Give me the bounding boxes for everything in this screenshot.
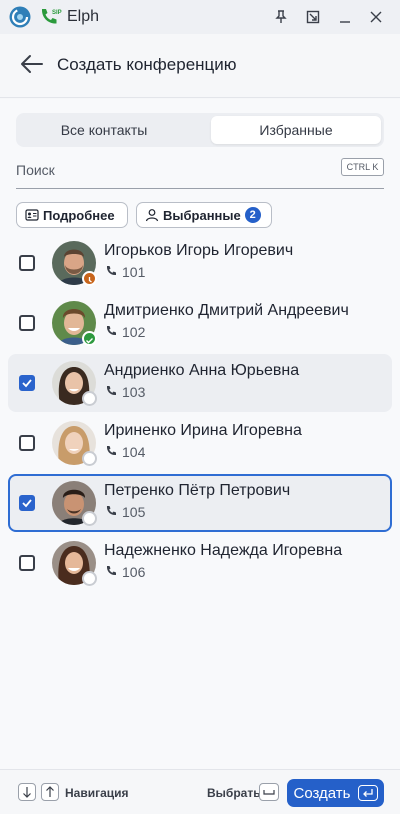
close-button[interactable] <box>364 5 388 29</box>
popout-icon <box>306 10 320 24</box>
contact-extension: 103 <box>122 384 146 400</box>
arrow-down-key <box>18 783 36 801</box>
popout-button[interactable] <box>301 5 325 29</box>
details-label: Подробнее <box>43 207 115 223</box>
phone-icon <box>106 566 116 576</box>
sip-badge: SIP <box>52 10 62 16</box>
selected-count-badge: 2 <box>244 207 261 223</box>
checkmark-icon <box>22 499 32 508</box>
contact-card-icon <box>25 209 39 221</box>
contact-row[interactable]: Надежненко Надежда Игоревна 106 <box>8 534 392 592</box>
contact-name: Дмитриенко Дмитрий Андреевич <box>104 302 349 319</box>
minimize-icon <box>340 21 350 23</box>
contact-row[interactable]: Андриенко Анна Юрьевна 103 <box>8 354 392 412</box>
arrow-up-icon <box>46 786 54 797</box>
page-header: Создать конференцию <box>0 34 400 98</box>
enter-icon <box>362 789 373 797</box>
arrow-left-icon <box>21 55 43 73</box>
contact-tabs: Все контакты Избранные <box>16 113 384 147</box>
contact-name: Надежненко Надежда Игоревна <box>104 542 343 559</box>
contact-row[interactable]: Дмитриенко Дмитрий Андреевич 102 <box>8 294 392 352</box>
tab-all-contacts[interactable]: Все контакты <box>19 116 189 144</box>
app-logo-icon <box>9 6 31 28</box>
status-offline-icon <box>82 571 97 586</box>
create-label: Создать <box>293 784 351 802</box>
navigation-hint: Навигация <box>65 786 129 800</box>
contact-row[interactable]: Ириненко Ирина Игоревна 104 <box>8 414 392 472</box>
contact-extension: 105 <box>122 504 146 520</box>
phone-icon <box>106 506 116 516</box>
contact-row[interactable]: Петренко Пётр Петрович 105 <box>8 474 392 532</box>
contact-checkbox[interactable] <box>19 435 35 451</box>
select-hint: Выбрать <box>207 786 261 800</box>
contact-extension: 106 <box>122 564 146 580</box>
phone-icon <box>106 326 116 336</box>
contact-checkbox[interactable] <box>19 315 35 331</box>
search-shortcut-badge: CTRL K <box>341 158 384 176</box>
status-offline-icon <box>82 391 97 406</box>
arrow-down-icon <box>23 787 31 798</box>
close-icon <box>370 11 382 23</box>
pin-icon <box>275 10 287 23</box>
status-online-icon <box>82 331 97 346</box>
footer-bar: Навигация Выбрать Создать <box>0 769 400 814</box>
tab-favorites[interactable]: Избранные <box>211 116 381 144</box>
contact-extension: 102 <box>122 324 146 340</box>
back-button[interactable] <box>18 52 46 76</box>
contact-row[interactable]: Игорьков Игорь Игоревич 101 <box>8 234 392 292</box>
user-icon <box>145 209 159 222</box>
space-key <box>259 783 279 801</box>
details-button[interactable]: Подробнее <box>16 202 128 228</box>
arrow-up-key <box>41 783 59 801</box>
minimize-button[interactable] <box>333 5 357 29</box>
app-name: Elph <box>67 8 100 25</box>
search-input[interactable] <box>16 159 316 181</box>
phone-icon <box>106 386 116 396</box>
contact-name: Игорьков Игорь Игоревич <box>104 242 294 259</box>
selected-filter-button[interactable]: Выбранные 2 <box>136 202 272 228</box>
pin-button[interactable] <box>269 5 293 29</box>
contact-extension: 104 <box>122 444 146 460</box>
contact-extension: 101 <box>122 264 146 280</box>
contact-name: Андриенко Анна Юрьевна <box>104 362 300 379</box>
create-button[interactable]: Создать <box>287 779 384 807</box>
contact-checkbox[interactable] <box>19 375 35 391</box>
status-offline-icon <box>82 511 97 526</box>
contact-checkbox[interactable] <box>19 255 35 271</box>
phone-icon <box>106 446 116 456</box>
title-bar: SIP Elph <box>0 0 400 34</box>
contact-name: Ириненко Ирина Игоревна <box>104 422 302 439</box>
search-field: CTRL K <box>16 157 384 189</box>
page-title: Создать конференцию <box>57 55 237 74</box>
status-away-icon <box>82 271 97 286</box>
contact-checkbox[interactable] <box>19 495 35 511</box>
main-content: Все контакты Избранные CTRL K Подробнее … <box>0 99 400 769</box>
status-offline-icon <box>82 451 97 466</box>
selected-label: Выбранные <box>163 207 241 223</box>
phone-icon <box>106 266 116 276</box>
contact-name: Петренко Пётр Петрович <box>104 482 291 499</box>
checkmark-icon <box>22 379 32 388</box>
sip-phone-icon: SIP <box>41 9 62 24</box>
space-key-icon <box>263 790 275 795</box>
contact-checkbox[interactable] <box>19 555 35 571</box>
enter-key <box>357 785 378 801</box>
